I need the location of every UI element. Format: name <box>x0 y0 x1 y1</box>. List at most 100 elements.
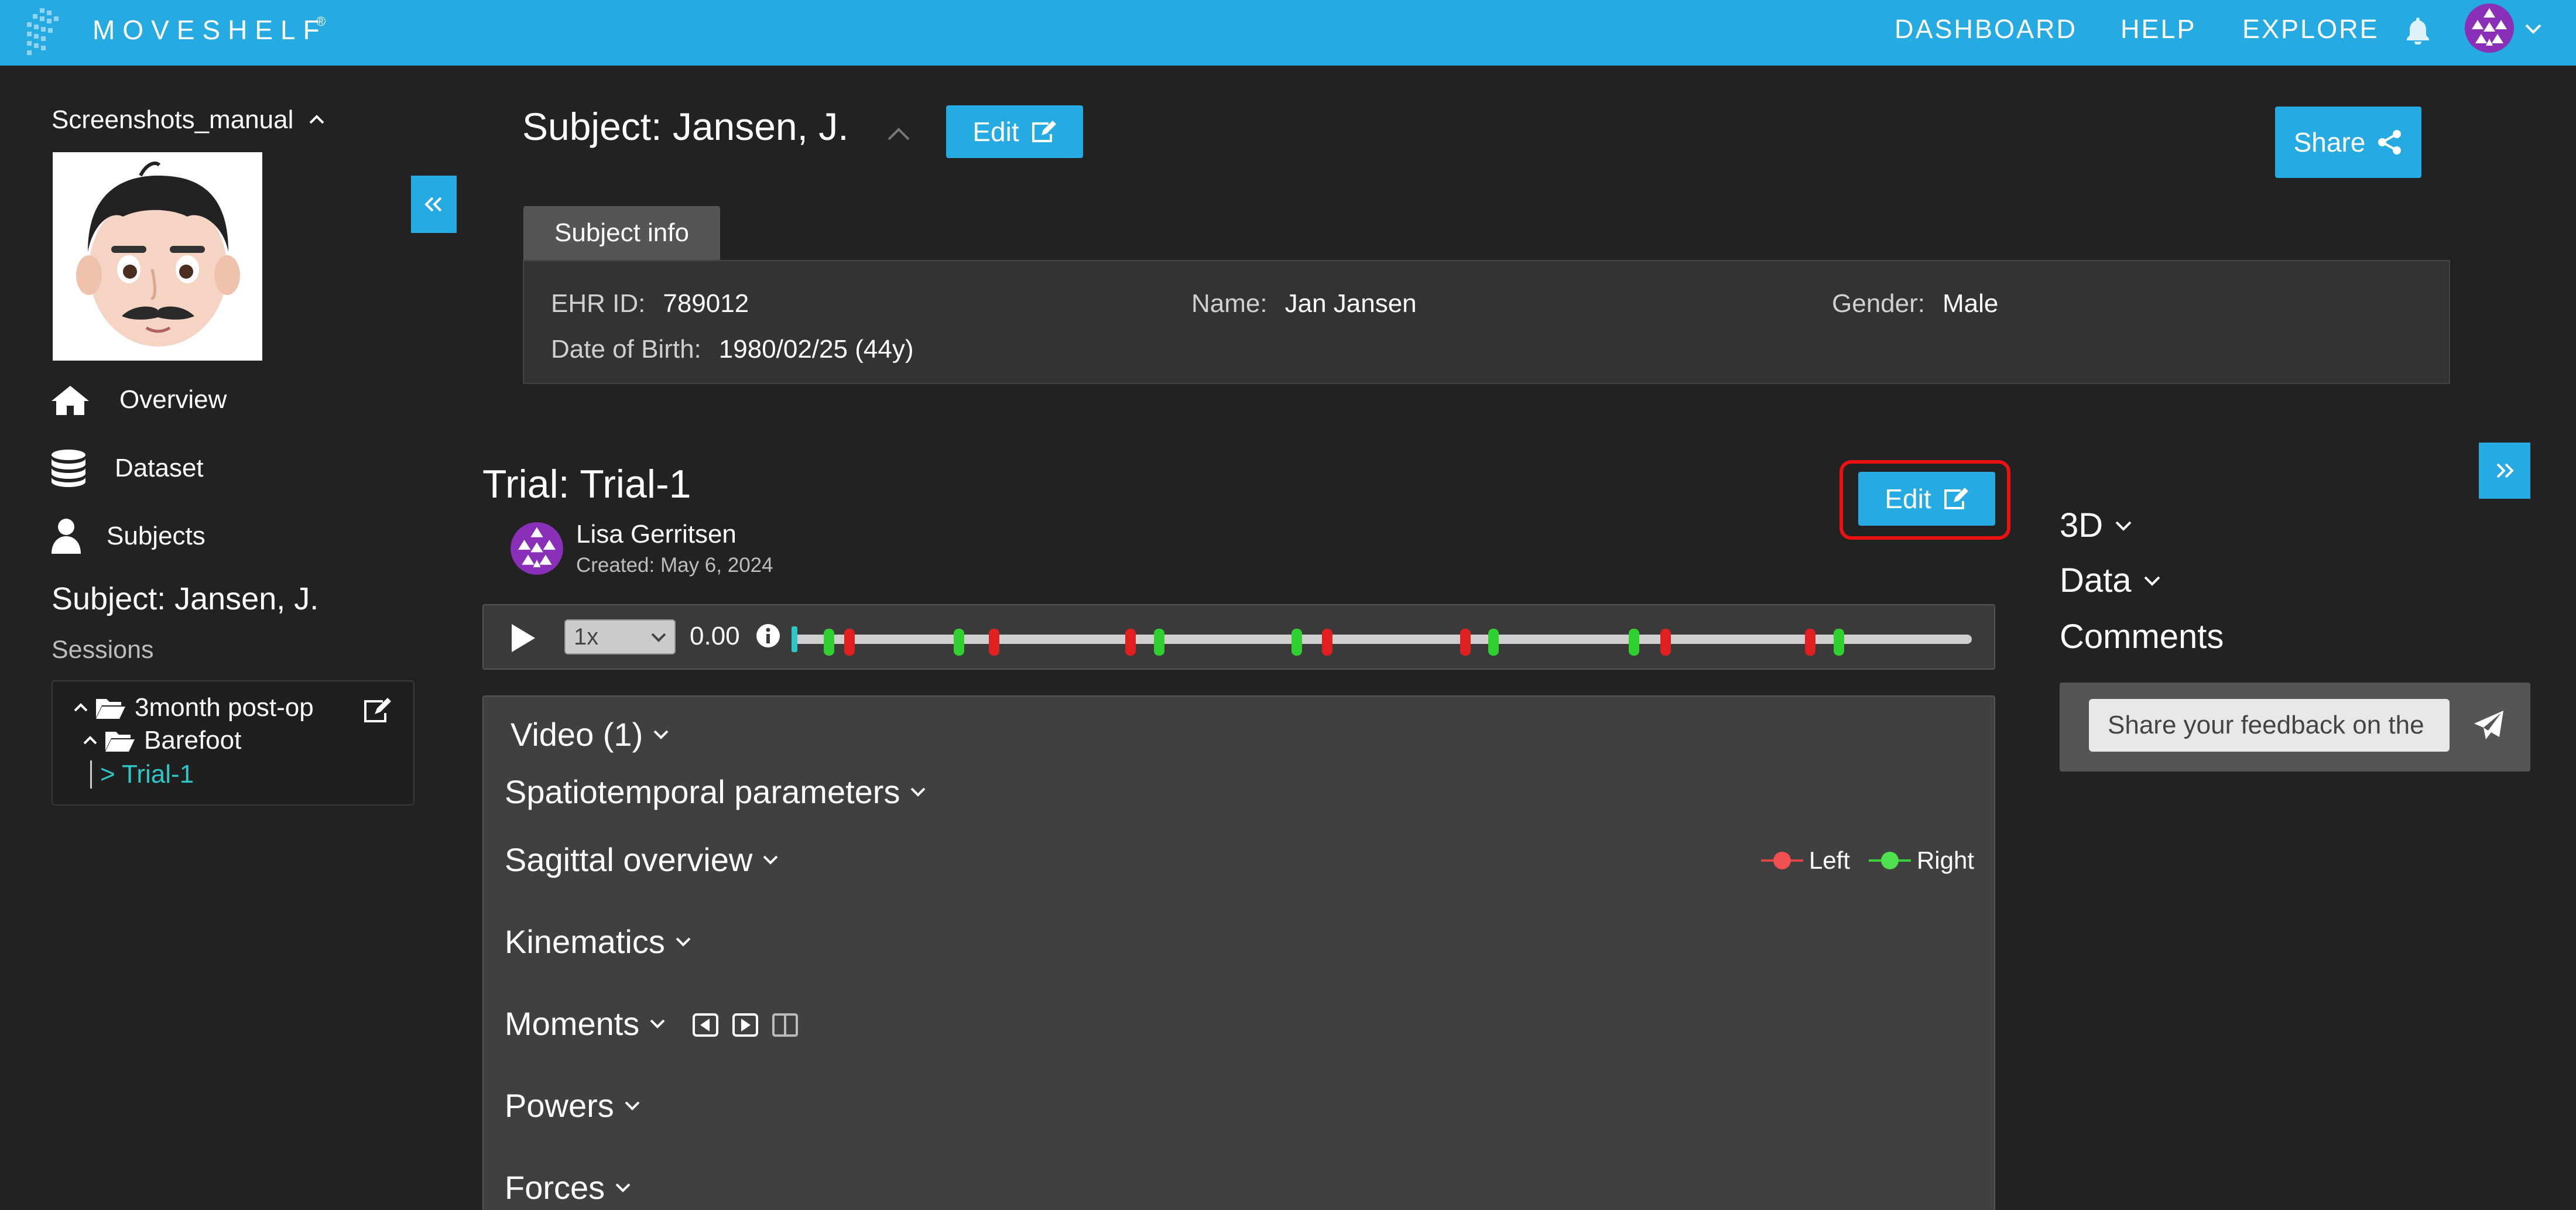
section-label: Moments <box>505 1005 640 1042</box>
share-icon <box>2377 129 2403 155</box>
gait-event-marker-left[interactable] <box>1805 629 1816 656</box>
folder-open-icon <box>104 728 136 753</box>
section-label: Kinematics <box>505 923 665 960</box>
section-moments[interactable]: Moments <box>505 1005 666 1043</box>
user-avatar[interactable] <box>2464 2 2515 54</box>
gait-event-marker-right[interactable] <box>1153 629 1164 656</box>
gait-event-marker-left[interactable] <box>1125 629 1136 656</box>
section-label: 3D <box>2060 506 2104 544</box>
name-label: Name: <box>1191 289 1268 318</box>
legend-right-label: Right <box>1916 846 1974 874</box>
gender-field: Gender: Male <box>1832 289 1998 318</box>
chevron-down-icon[interactable] <box>2523 21 2543 36</box>
playback-bar: 1x 0.00 <box>482 604 1995 670</box>
gait-event-marker-left[interactable] <box>844 629 855 656</box>
tree-session-item[interactable]: 3month post-op <box>73 693 314 722</box>
nav-dashboard-link[interactable]: DASHBOARD <box>1895 14 2077 44</box>
date-of-birth-value: 1980/02/25 (44y) <box>718 335 914 364</box>
tree-trial-item[interactable]: > Trial-1 <box>90 760 194 789</box>
legend-left-swatch <box>1760 849 1804 872</box>
name-field: Name: Jan Jansen <box>1191 289 1417 318</box>
edit-icon <box>1943 487 1969 510</box>
send-icon[interactable] <box>2472 708 2506 742</box>
collapse-sidebar-button[interactable] <box>411 176 457 233</box>
section-spatiotemporal[interactable]: Spatiotemporal parameters <box>505 773 927 811</box>
chevron-up-icon[interactable] <box>308 112 326 126</box>
owner-name[interactable]: Lisa Gerritsen <box>576 520 737 549</box>
section-label: Video (1) <box>511 716 643 753</box>
top-navbar: MOVESHELF ® DASHBOARD HELP EXPLORE <box>0 0 2576 66</box>
page-title: Subject: Jansen, J. <box>522 105 849 148</box>
created-date: Created: May 6, 2024 <box>576 554 773 577</box>
gait-event-marker-right[interactable] <box>1292 629 1303 656</box>
timeline-track[interactable] <box>792 626 1972 656</box>
gait-event-marker-left[interactable] <box>1460 629 1471 656</box>
chevron-down-icon <box>650 631 667 644</box>
ehr-id-value: 789012 <box>663 289 749 318</box>
chevron-up-icon[interactable] <box>885 125 912 143</box>
tree-condition-label: Barefoot <box>144 726 242 755</box>
section-label: Forces <box>505 1169 605 1206</box>
legend-left-label: Left <box>1808 846 1850 874</box>
sidebar-item-dataset[interactable]: Dataset <box>50 446 204 491</box>
nav-explore-link[interactable]: EXPLORE <box>2242 14 2379 44</box>
nav-help-link[interactable]: HELP <box>2121 14 2197 44</box>
edit-button-label: Edit <box>972 116 1019 147</box>
info-icon[interactable] <box>755 623 781 649</box>
section-kinematics[interactable]: Kinematics <box>505 923 692 961</box>
chevron-up-icon[interactable] <box>73 701 89 714</box>
chevron-down-icon <box>674 936 692 948</box>
edit-subject-button[interactable]: Edit <box>946 105 1083 158</box>
edit-icon <box>1031 120 1057 143</box>
gait-event-marker-right[interactable] <box>824 629 835 656</box>
owner-avatar <box>509 521 564 576</box>
gait-event-marker-right[interactable] <box>1628 629 1639 656</box>
gait-event-marker-left[interactable] <box>1660 629 1671 656</box>
comment-input[interactable] <box>2089 699 2450 752</box>
edit-button-label: Edit <box>1885 484 1931 514</box>
tree-trial-label: > Trial-1 <box>100 760 194 789</box>
gait-event-marker-right[interactable] <box>1488 629 1499 656</box>
gait-event-marker-left[interactable] <box>1322 629 1333 656</box>
date-of-birth-label: Date of Birth: <box>551 335 701 364</box>
section-video[interactable]: Video (1) <box>511 715 670 753</box>
brand-name[interactable]: MOVESHELF <box>93 14 327 46</box>
section-label: Powers <box>505 1087 614 1124</box>
section-label: Sagittal overview <box>505 841 753 878</box>
section-label: Comments <box>2060 618 2224 656</box>
step-back-icon[interactable] <box>692 1013 719 1037</box>
share-button[interactable]: Share <box>2275 107 2421 178</box>
edit-icon[interactable] <box>363 698 391 724</box>
gait-event-marker-right[interactable] <box>953 629 964 656</box>
sidebar-item-overview[interactable]: Overview <box>50 378 227 422</box>
section-comments[interactable]: Comments <box>2060 617 2224 656</box>
step-forward-icon[interactable] <box>732 1013 759 1037</box>
section-sagittal-overview[interactable]: Sagittal overview <box>505 841 779 879</box>
section-forces[interactable]: Forces <box>505 1168 632 1206</box>
moveshelf-logo-icon[interactable] <box>22 6 69 57</box>
tree-condition-item[interactable]: Barefoot <box>82 726 241 755</box>
split-view-icon[interactable] <box>772 1013 799 1037</box>
legend-right-swatch <box>1868 849 1912 872</box>
user-icon <box>50 517 82 555</box>
share-button-label: Share <box>2293 127 2366 157</box>
section-3d[interactable]: 3D <box>2060 506 2133 545</box>
section-label: Spatiotemporal parameters <box>505 773 900 810</box>
edit-trial-button[interactable]: Edit <box>1858 472 1995 526</box>
chevron-up-icon[interactable] <box>82 734 98 747</box>
section-data[interactable]: Data <box>2060 561 2162 600</box>
gait-event-marker-right[interactable] <box>1833 629 1844 656</box>
tab-subject-info[interactable]: Subject info <box>523 206 720 260</box>
home-icon <box>50 383 90 416</box>
gait-event-marker-left[interactable] <box>989 629 1000 656</box>
notification-bell-icon[interactable] <box>2405 16 2431 44</box>
sidebar-item-subjects[interactable]: Subjects <box>50 514 205 558</box>
sessions-label: Sessions <box>52 636 154 664</box>
playback-speed-select[interactable]: 1x <box>564 619 676 654</box>
section-powers[interactable]: Powers <box>505 1086 641 1125</box>
chevron-down-icon <box>2113 519 2133 532</box>
play-icon[interactable] <box>507 621 539 656</box>
timeline-cursor[interactable] <box>792 626 797 652</box>
expand-panel-button[interactable] <box>2479 443 2530 499</box>
workspace-name[interactable]: Screenshots_manual <box>52 105 293 135</box>
